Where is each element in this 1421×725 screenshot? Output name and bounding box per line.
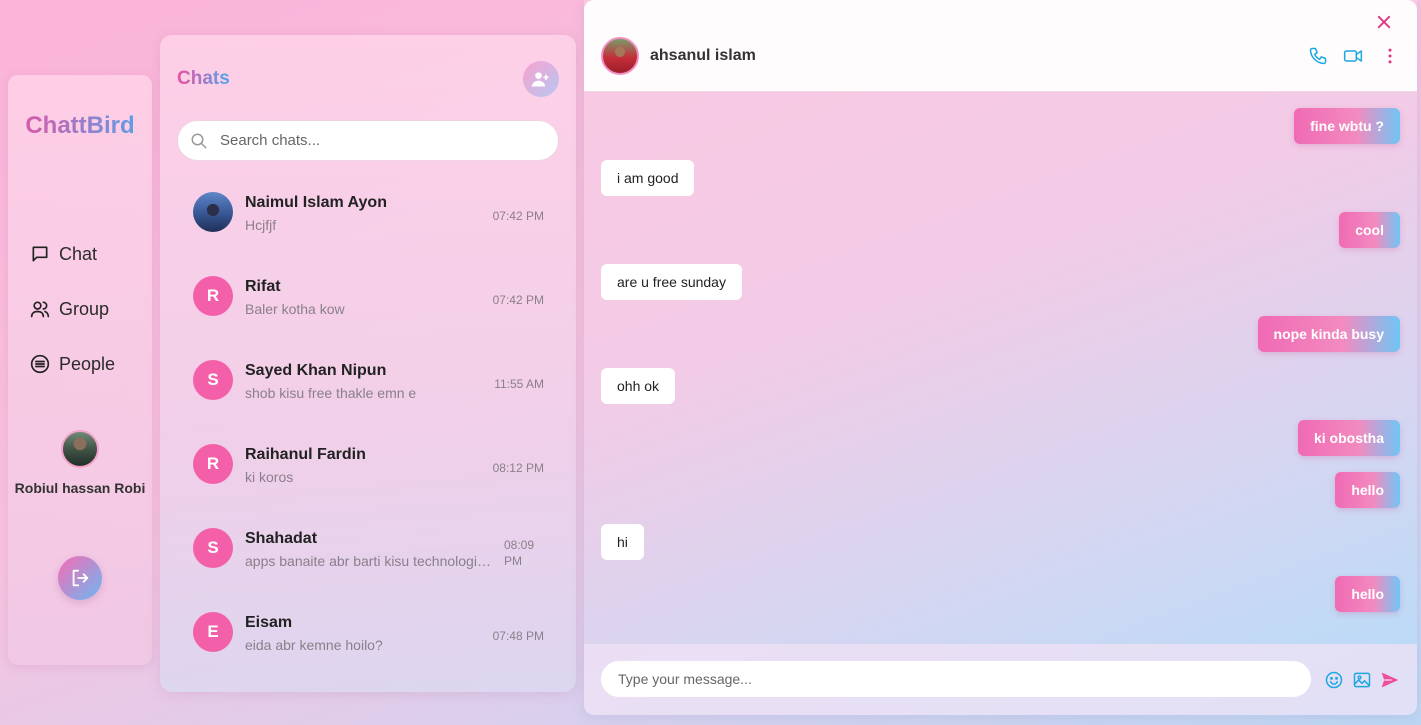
message-bubble-incoming: i am good	[601, 160, 695, 196]
conversation-panel: ahsanul islam fine wbtu ? i am good cool…	[584, 0, 1417, 715]
conversation-header: ahsanul islam	[584, 0, 1417, 92]
message-bubble-outgoing: hello	[1335, 576, 1400, 612]
list-circle-icon	[30, 354, 50, 374]
chat-preview: shob kisu free thakle emn e	[245, 385, 417, 401]
message-bubble-outgoing: cool	[1339, 212, 1400, 248]
image-icon[interactable]	[1352, 670, 1372, 690]
avatar	[193, 192, 233, 232]
message-bubble-outgoing: hello	[1335, 472, 1400, 508]
nav-item-people[interactable]: People	[30, 350, 115, 378]
search-input[interactable]	[220, 132, 540, 149]
peer-name: ahsanul islam	[650, 47, 756, 64]
chat-time: 08:09 PM	[504, 538, 535, 568]
avatar: S	[193, 528, 233, 568]
chat-time: 11:55 AM	[494, 377, 544, 391]
chats-panel: Chats Naimul Islam Ayon Hcjfjf 07:42 PM …	[160, 35, 576, 692]
search-icon	[191, 133, 207, 148]
avatar[interactable]	[61, 430, 99, 468]
user-name: Robiul hassan Robi	[14, 480, 146, 496]
avatar: R	[193, 444, 233, 484]
chat-list-item[interactable]: E Eisam eida abr kemne hoilo? 07:48 PM	[177, 597, 559, 667]
chat-name: Shahadat	[245, 530, 318, 547]
message-bubble-incoming: hi	[601, 524, 644, 560]
video-icon[interactable]	[1343, 46, 1363, 66]
nav-item-label: People	[59, 353, 116, 374]
brand-logo: ChattBird	[8, 112, 152, 140]
nav-item-group[interactable]: Group	[30, 295, 109, 323]
chat-name: Raihanul Fardin	[245, 446, 366, 463]
users-icon	[30, 301, 50, 318]
chat-list-item[interactable]: Naimul Islam Ayon Hcjfjf 07:42 PM	[177, 177, 559, 247]
message-composer	[584, 644, 1417, 715]
logout-button[interactable]	[58, 556, 102, 600]
close-icon[interactable]	[1375, 13, 1393, 31]
chat-time: 07:42 PM	[492, 293, 544, 307]
chat-preview: Hcjfjf	[245, 217, 277, 233]
chat-preview: eida abr kemne hoilo?	[245, 637, 383, 653]
message-square-icon	[32, 246, 48, 262]
nav-item-label: Group	[59, 298, 110, 319]
chat-name: Naimul Islam Ayon	[245, 194, 387, 211]
message-bubble-incoming: ohh ok	[601, 368, 676, 404]
message-bubble-outgoing: fine wbtu ?	[1294, 108, 1400, 144]
avatar: E	[193, 612, 233, 652]
phone-icon[interactable]	[1308, 46, 1328, 66]
chat-time: 07:48 PM	[492, 629, 544, 643]
chat-list-item[interactable]: S Shahadat apps banaite abr barti kisu t…	[177, 513, 559, 583]
search-box	[177, 120, 559, 161]
more-vertical-icon[interactable]	[1380, 46, 1400, 66]
chat-preview: Baler kotha kow	[245, 301, 345, 317]
user-plus-icon	[531, 72, 549, 87]
chat-preview: apps banaite abr barti kisu technologies…	[245, 553, 497, 569]
chat-name: Eisam	[245, 614, 293, 631]
add-user-button[interactable]	[523, 61, 559, 97]
avatar: S	[193, 360, 233, 400]
chat-list-item[interactable]: R Rifat Baler kotha kow 07:42 PM	[177, 261, 559, 331]
chat-time: 08:12 PM	[492, 461, 544, 475]
send-icon[interactable]	[1380, 670, 1400, 690]
chat-list-item[interactable]: R Raihanul Fardin ki koros 08:12 PM	[177, 429, 559, 499]
chat-list-item[interactable]: S Sayed Khan Nipun shob kisu free thakle…	[177, 345, 559, 415]
nav-sidebar: ChattBird Chat Group People Robiul hassa…	[8, 75, 152, 665]
message-bubble-outgoing: nope kinda busy	[1257, 316, 1400, 352]
chat-name: Rifat	[245, 278, 281, 295]
chats-title: Chats	[177, 68, 230, 89]
emoji-icon[interactable]	[1324, 670, 1344, 690]
nav-item-label: Chat	[59, 243, 98, 264]
chat-preview: ki koros	[245, 469, 294, 485]
chat-name: Sayed Khan Nipun	[245, 362, 387, 379]
avatar[interactable]	[601, 37, 639, 75]
chat-time: 07:42 PM	[492, 209, 544, 223]
avatar: R	[193, 276, 233, 316]
message-bubble-outgoing: ki obostha	[1297, 420, 1400, 456]
message-bubble-incoming: are u free sunday	[601, 264, 742, 300]
logout-icon	[72, 569, 89, 587]
nav-item-chat[interactable]: Chat	[30, 240, 97, 268]
message-input[interactable]	[601, 661, 1311, 697]
